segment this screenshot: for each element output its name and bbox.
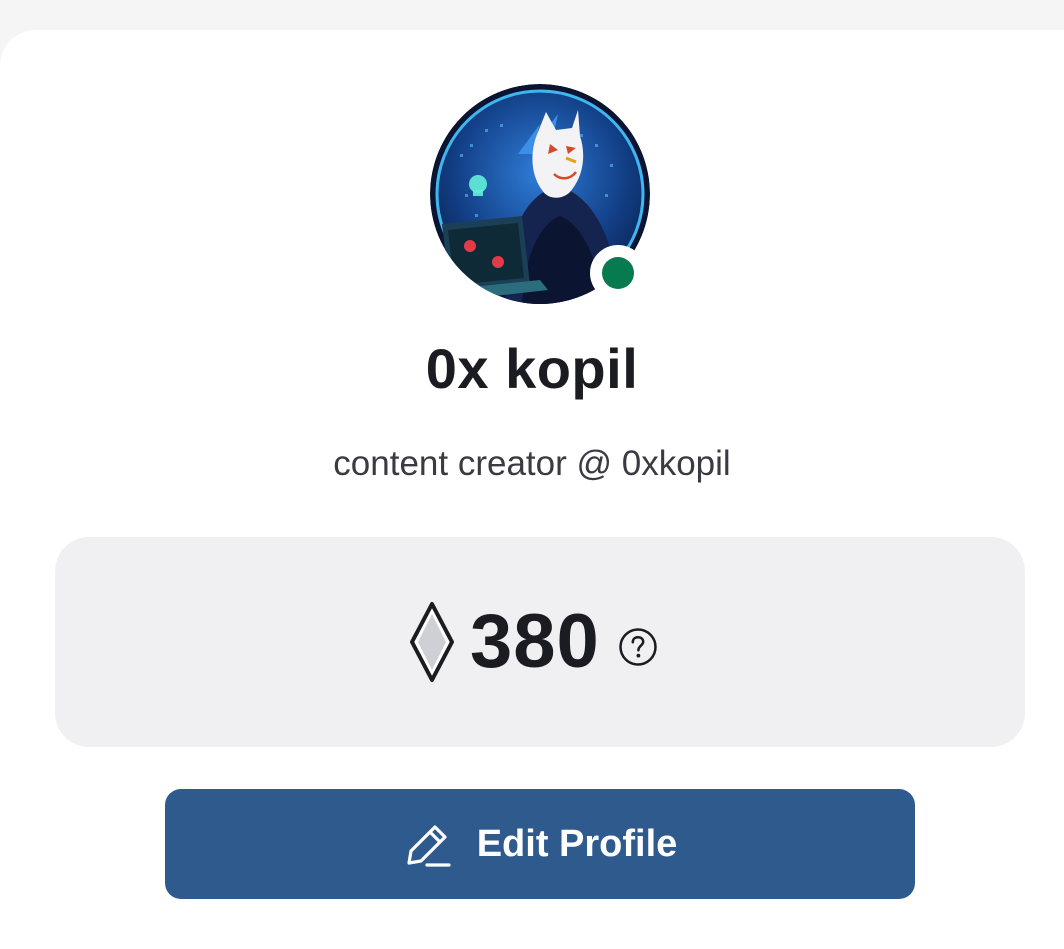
points-display: 380 [408,600,658,684]
diamond-icon [410,602,454,682]
question-circle-icon[interactable] [618,627,658,667]
pencil-icon [407,825,451,867]
profile-name: 0x kopil [425,337,639,400]
profile-bio: content creator @ 0xkopil [333,444,731,483]
edit-profile-button[interactable]: Edit Profile [165,789,915,899]
status-dot-fill [602,257,634,289]
edit-profile-label: Edit Profile [476,822,678,865]
points-value: 380 [470,599,600,684]
online-status-indicator [590,245,646,301]
